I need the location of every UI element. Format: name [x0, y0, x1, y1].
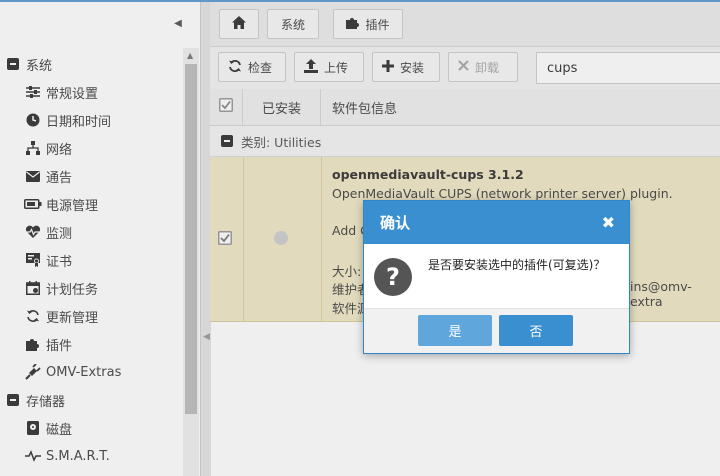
dialog-title: 确认 [380, 214, 411, 232]
close-icon[interactable]: ✖ [602, 213, 615, 232]
yes-button[interactable]: 是 [418, 315, 492, 346]
dialog-footer: 是 否 [364, 308, 629, 353]
confirm-dialog: 确认 ✖ ? 是否要安装选中的插件(可复选)？ 是 否 [363, 200, 630, 354]
no-button[interactable]: 否 [499, 315, 573, 346]
question-icon: ? [374, 258, 412, 296]
dialog-message: 是否要安装选中的插件(可复选)？ [428, 258, 606, 272]
dialog-body: ? 是否要安装选中的插件(可复选)？ [364, 244, 629, 308]
dialog-header: 确认 ✖ [364, 201, 629, 244]
